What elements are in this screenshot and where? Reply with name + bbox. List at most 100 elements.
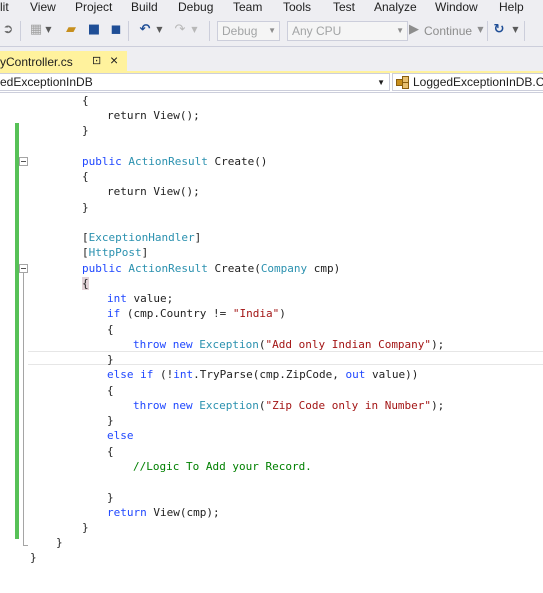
menu-tools[interactable]: Tools [283, 0, 311, 16]
code-token: { [82, 94, 89, 107]
code-token: HttpPost [88, 246, 142, 259]
code-token: } [82, 521, 89, 534]
menu-project[interactable]: Project [75, 0, 112, 16]
code-token: return [107, 109, 154, 122]
continue-button[interactable]: Continue [424, 22, 472, 40]
code-line: //Logic To Add your Record. [133, 459, 312, 474]
code-line: } [56, 535, 63, 550]
new-project-icon[interactable]: ▦ [28, 22, 44, 38]
code-token: } [82, 201, 89, 214]
undo-icon[interactable]: ↶ [137, 22, 153, 38]
code-token: Exception [199, 338, 259, 351]
type-dropdown[interactable]: LoggedExceptionInDB.Co [392, 73, 543, 91]
code-token: [ [82, 231, 89, 244]
menu-edit[interactable]: lit [0, 0, 9, 16]
code-token: Company [260, 262, 314, 275]
code-token: .TryParse(cmp.ZipCode, [193, 368, 346, 381]
solution-configuration-dropdown[interactable]: Debug ▼ [217, 21, 280, 41]
code-token: public [82, 155, 129, 168]
code-token: Exception [199, 399, 259, 412]
start-icon[interactable]: ▶ [406, 22, 422, 38]
redo-dropdown-icon[interactable]: ▼ [190, 21, 199, 39]
save-all-icon[interactable]: ◼ [108, 22, 124, 38]
code-line: public ActionResult Create() [82, 154, 267, 169]
document-tab-strip: yController.cs ⊡ × [0, 47, 543, 72]
refresh-dropdown-icon[interactable]: ▼ [511, 21, 520, 39]
code-token: cmp) [313, 262, 341, 275]
code-token: Create() [214, 155, 268, 168]
code-line: [HttpPost] [82, 245, 148, 260]
code-token: return [107, 185, 154, 198]
solution-platform-dropdown[interactable]: Any CPU ▼ [287, 21, 408, 41]
code-token: ) [279, 307, 286, 320]
code-token: (! [160, 368, 174, 381]
code-token: public [82, 262, 129, 275]
document-tab-controller[interactable]: yController.cs ⊡ × [0, 51, 127, 72]
code-token: } [56, 536, 63, 549]
code-line: throw new Exception("Add only Indian Com… [133, 337, 444, 352]
code-token: [ [82, 246, 89, 259]
chevron-down-icon: ▼ [377, 78, 385, 87]
chevron-down-icon: ▼ [396, 26, 404, 35]
code-line: { [82, 169, 89, 184]
code-line: [ExceptionHandler] [82, 230, 201, 245]
code-line: { [82, 93, 89, 108]
code-token: Create( [214, 262, 261, 275]
code-token: } [107, 491, 114, 504]
open-file-icon[interactable]: ▰ [63, 22, 79, 38]
code-token: } [107, 353, 114, 366]
code-token: View(cmp); [153, 506, 220, 519]
document-tab-label: yController.cs [0, 55, 73, 69]
code-token: out [345, 368, 372, 381]
code-token: if [107, 307, 127, 320]
redo-icon[interactable]: ↷ [172, 22, 188, 38]
continue-dropdown-icon[interactable]: ▼ [476, 21, 485, 39]
code-token: ExceptionHandler [88, 231, 195, 244]
code-line: if (cmp.Country != "India") [107, 306, 286, 321]
project-dropdown-value: edExceptionInDB [0, 75, 93, 89]
close-icon[interactable]: × [110, 52, 118, 68]
code-line: } [107, 352, 114, 367]
menu-view[interactable]: View [30, 0, 56, 16]
code-token: new [172, 399, 200, 412]
menu-team[interactable]: Team [233, 0, 262, 16]
undo-dropdown-icon[interactable]: ▼ [155, 21, 164, 39]
solution-platform-value: Any CPU [292, 24, 342, 38]
code-token: ] [194, 231, 202, 244]
code-token: int [107, 292, 134, 305]
code-token: } [82, 124, 89, 137]
code-line: { [82, 276, 89, 291]
code-line: } [82, 520, 89, 535]
code-line: { [107, 322, 114, 337]
standard-toolbar: ➲ ▦ ▼ ▰ ■ ◼ ↶ ▼ ↷ ▼ Debug ▼ Any CPU ▼ ▶ … [0, 16, 543, 47]
save-icon[interactable]: ■ [86, 22, 102, 38]
toolbar-separator [209, 21, 210, 41]
menu-test[interactable]: Test [333, 0, 355, 16]
menu-window[interactable]: Window [435, 0, 478, 16]
code-line: else [107, 428, 134, 443]
navigate-forward-icon[interactable]: ➲ [0, 22, 16, 38]
solution-configuration-value: Debug [222, 24, 258, 38]
code-token: { [107, 445, 114, 458]
code-token: throw [133, 399, 173, 412]
collapse-icon[interactable] [19, 157, 28, 166]
menu-build[interactable]: Build [131, 0, 158, 16]
code-token: "Zip Code only in Number" [265, 399, 432, 412]
code-token: ActionResult [128, 155, 215, 168]
menu-debug[interactable]: Debug [178, 0, 213, 16]
code-token: "Add only Indian Company" [265, 338, 432, 351]
refresh-icon[interactable]: ↻ [491, 22, 507, 38]
project-dropdown[interactable]: edExceptionInDB ▼ [0, 73, 390, 91]
code-token: new [172, 338, 200, 351]
code-editor[interactable]: {return View();} public ActionResult Crea… [0, 93, 543, 593]
menu-help[interactable]: Help [499, 0, 524, 16]
toolbar-separator [487, 21, 488, 41]
pin-icon[interactable]: ⊡ [92, 54, 101, 67]
code-line: return View(cmp); [107, 505, 220, 520]
code-line: } [107, 490, 114, 505]
code-token: (cmp.Country != [126, 307, 233, 320]
new-project-dropdown-icon[interactable]: ▼ [44, 21, 53, 39]
code-line: } [82, 200, 89, 215]
menu-analyze[interactable]: Analyze [374, 0, 417, 16]
collapse-icon[interactable] [19, 264, 28, 273]
